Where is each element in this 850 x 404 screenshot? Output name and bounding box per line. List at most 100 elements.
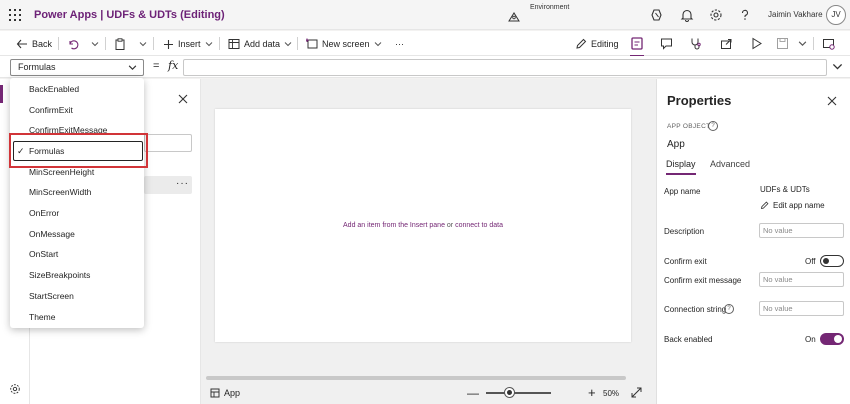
- help-icon[interactable]: ?: [708, 121, 718, 131]
- zoom-slider[interactable]: [486, 392, 551, 394]
- back-enabled-state: On: [805, 335, 816, 344]
- app-title: Power Apps | UDFs & UDTs (Editing): [34, 9, 225, 21]
- back-enabled-toggle[interactable]: [820, 333, 844, 345]
- divider: [105, 37, 106, 50]
- environment-label: Environment: [530, 4, 570, 11]
- environment-picker[interactable]: Environment: [508, 4, 588, 26]
- dropdown-item-minscreenwidth[interactable]: MinScreenWidth: [10, 182, 144, 202]
- horizontal-scrollbar[interactable]: [206, 376, 626, 380]
- app-screen[interactable]: Add an item from the Insert pane or conn…: [215, 109, 631, 342]
- undo-dropdown[interactable]: [91, 37, 99, 51]
- settings-icon[interactable]: [9, 383, 21, 395]
- dropdown-item-formulas[interactable]: ✓ Formulas: [13, 141, 143, 161]
- play-icon[interactable]: [750, 37, 763, 50]
- object-name: App: [667, 139, 685, 150]
- help-icon[interactable]: ?: [724, 304, 734, 314]
- undo-button[interactable]: [67, 37, 79, 51]
- zoom-slider-thumb[interactable]: [505, 388, 514, 397]
- confirm-exit-state: Off: [805, 257, 816, 266]
- chevron-down-icon[interactable]: [798, 39, 807, 48]
- undo-icon: [69, 40, 79, 50]
- table-icon: [228, 39, 240, 49]
- pencil-icon: [576, 38, 587, 49]
- divider: [219, 37, 220, 50]
- stethoscope-icon[interactable]: [690, 37, 703, 50]
- insert-pane-link[interactable]: Add an item from the Insert pane: [343, 222, 445, 229]
- property-selector[interactable]: Formulas: [10, 59, 144, 76]
- close-icon[interactable]: [827, 96, 837, 106]
- publish-icon[interactable]: [822, 37, 835, 50]
- dropdown-item-startscreen[interactable]: StartScreen: [10, 286, 144, 306]
- tab-display[interactable]: Display: [666, 159, 696, 169]
- comment-icon[interactable]: [660, 37, 673, 50]
- help-icon[interactable]: [738, 8, 752, 22]
- app-name-value: UDFs & UDTs: [760, 185, 810, 194]
- dropdown-item-theme[interactable]: Theme: [10, 307, 144, 327]
- dropdown-item-onmessage[interactable]: OnMessage: [10, 224, 144, 244]
- command-bar: Back Insert Add data New screen ··· Edit…: [0, 31, 850, 57]
- bell-icon[interactable]: [680, 8, 694, 22]
- insert-label: Insert: [178, 39, 201, 49]
- paste-button[interactable]: [114, 37, 126, 51]
- properties-pane: Properties APP OBJECT ? App Display Adva…: [656, 79, 850, 404]
- canvas-footer: App — + 50%: [201, 382, 656, 404]
- close-icon[interactable]: [178, 94, 188, 104]
- plus-icon: [164, 39, 173, 49]
- divider: [813, 37, 814, 50]
- editing-mode-button[interactable]: Editing: [575, 37, 619, 51]
- paste-dropdown[interactable]: [139, 37, 147, 51]
- zoom-in-button[interactable]: +: [588, 385, 596, 400]
- more-options-button[interactable]: ···: [176, 178, 189, 189]
- chevron-down-icon: [128, 65, 137, 70]
- dropdown-item-minscreenheight[interactable]: MinScreenHeight: [10, 162, 144, 182]
- confirm-exit-message-input[interactable]: No value: [759, 272, 844, 287]
- chevron-down-icon: [91, 42, 99, 47]
- back-button[interactable]: Back: [16, 37, 52, 51]
- chevron-down-icon: [374, 42, 381, 47]
- more-commands-button[interactable]: ···: [395, 37, 404, 51]
- back-label: Back: [32, 39, 53, 49]
- copilot-icon[interactable]: [650, 8, 664, 22]
- dropdown-item-label: Formulas: [29, 146, 65, 156]
- back-enabled-label: Back enabled: [664, 335, 713, 344]
- description-input[interactable]: No value: [759, 223, 844, 238]
- avatar[interactable]: JV: [826, 5, 846, 25]
- chevron-down-icon: [205, 42, 212, 47]
- zoom-out-button[interactable]: —: [467, 386, 479, 400]
- share-icon[interactable]: [720, 37, 733, 50]
- dropdown-item-confirmexit[interactable]: ConfirmExit: [10, 100, 144, 120]
- confirm-exit-message-label: Confirm exit message: [664, 276, 742, 285]
- dropdown-item-onstart[interactable]: OnStart: [10, 244, 144, 264]
- dropdown-item-onerror[interactable]: OnError: [10, 203, 144, 223]
- tab-advanced[interactable]: Advanced: [710, 159, 750, 169]
- edit-app-name-button[interactable]: Edit app name: [760, 201, 825, 210]
- app-checker-button[interactable]: [627, 34, 647, 57]
- add-data-button[interactable]: Add data: [228, 37, 292, 51]
- confirm-exit-label: Confirm exit: [664, 257, 707, 266]
- connect-data-link[interactable]: connect to data: [455, 222, 503, 229]
- formula-bar: Formulas = fx: [0, 56, 850, 78]
- insert-button[interactable]: Insert: [163, 37, 213, 51]
- screen-breadcrumb[interactable]: App: [210, 388, 240, 398]
- confirm-exit-toggle[interactable]: [820, 255, 844, 267]
- fit-icon[interactable]: [631, 387, 642, 398]
- chevron-down-icon[interactable]: [832, 61, 843, 72]
- new-screen-button[interactable]: New screen: [306, 37, 382, 51]
- waffle-icon[interactable]: [9, 9, 21, 21]
- dropdown-item-sizebreakpoints[interactable]: SizeBreakpoints: [10, 265, 144, 285]
- active-tab-indicator: [666, 173, 696, 175]
- gear-icon[interactable]: [709, 8, 723, 22]
- dropdown-item-backenabled[interactable]: BackEnabled: [10, 79, 144, 99]
- tree-row-app[interactable]: ···: [144, 176, 192, 194]
- tree-search-input[interactable]: [144, 134, 192, 152]
- new-screen-label: New screen: [322, 39, 370, 49]
- paste-icon: [115, 38, 125, 50]
- connection-string-input[interactable]: No value: [759, 301, 844, 316]
- property-dropdown-list: BackEnabled ConfirmExit ConfirmExitMessa…: [10, 78, 144, 328]
- formula-input[interactable]: [183, 59, 827, 76]
- save-icon[interactable]: [776, 37, 789, 50]
- description-label: Description: [664, 227, 705, 236]
- new-screen-icon: [306, 38, 318, 49]
- pencil-icon: [760, 201, 769, 210]
- dropdown-item-confirmexitmessage[interactable]: ConfirmExitMessage: [10, 120, 144, 140]
